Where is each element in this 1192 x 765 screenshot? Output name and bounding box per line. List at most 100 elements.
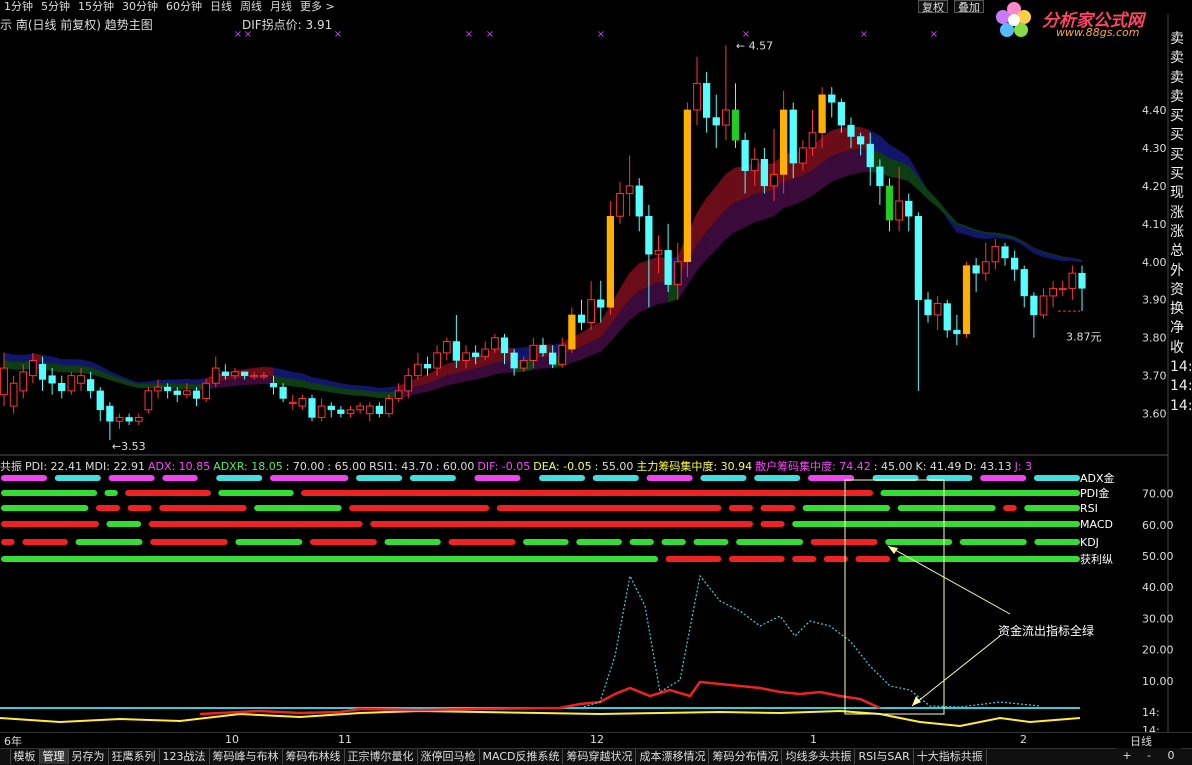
formula-tab-6[interactable]: 筹码布林线 [283, 749, 345, 764]
candle-body [134, 416, 143, 422]
signal-row-label: ADX金 [1080, 471, 1115, 485]
trend-band-lower [225, 378, 236, 388]
trend-band-lower [311, 382, 322, 391]
candle-body [77, 375, 85, 384]
period-tab-4[interactable]: 60分钟 [162, 1, 206, 12]
period-tab-5[interactable]: 日线 [206, 1, 236, 12]
formula-tab-3[interactable]: 狂鹰系列 [109, 749, 160, 764]
candle-body [703, 83, 711, 118]
formula-tab-15[interactable]: 十大指标共振 [914, 749, 987, 764]
formula-tab-10[interactable]: 筹码穿越状况 [563, 749, 637, 764]
restore-button[interactable]: 复权 [918, 0, 948, 14]
main-force-flow-line [199, 680, 881, 716]
price-axis-label: 4.40 [1142, 104, 1167, 117]
formula-tab-7[interactable]: 正宗博尔量化 [345, 749, 418, 764]
price-chart[interactable]: 4.404.304.204.104.003.903.803.703.60× × × ×… [0, 14, 1192, 456]
trend-band-lower [937, 199, 948, 217]
trend-band-lower [841, 149, 852, 178]
signal-row-label: MACD [1080, 518, 1113, 531]
arrow-head-icon [912, 696, 921, 706]
candle-body [183, 390, 191, 396]
formula-tab-9[interactable]: MACD反推系统 [480, 749, 564, 764]
formula-tab-11[interactable]: 成本漂移情况 [636, 749, 710, 764]
formula-tab-1[interactable]: 管理 [39, 749, 69, 764]
sub-axis-label: 20.00 [1142, 644, 1174, 657]
candle-body [712, 117, 720, 126]
candle-body [385, 397, 393, 415]
candle-body [933, 303, 942, 316]
candle-body [250, 375, 259, 378]
trend-band-lower [889, 157, 900, 179]
formula-tab-8[interactable]: 涨停回马枪 [418, 749, 480, 764]
candle-body [847, 124, 855, 137]
price-axis-label: 4.10 [1142, 218, 1167, 231]
candle-body [48, 375, 56, 384]
formula-tab-13[interactable]: 均线多头共振 [782, 749, 856, 764]
trend-band-lower [475, 365, 486, 380]
formula-tab-14[interactable]: RSI与SAR [855, 749, 914, 764]
period-tab-7[interactable]: 月线 [266, 1, 296, 12]
trend-band-lower [244, 376, 255, 386]
candle-body [125, 417, 133, 422]
resonance-chart[interactable]: 70.00 60.00 50.00 40.00 30.00 20.00 10.00 14: 14… [0, 456, 1192, 732]
formula-tab-0[interactable]: 模板 [11, 749, 40, 764]
trend-band-lower [744, 193, 756, 228]
signal-marker-icon: × [930, 29, 938, 40]
quote-label-2: 卖 [1170, 69, 1184, 86]
quote-label-8: 现 [1170, 185, 1184, 202]
candle-body [9, 382, 18, 407]
period-tab-6[interactable]: 周线 [236, 1, 266, 12]
zoom-control-2[interactable]: 0 [1160, 748, 1182, 763]
retail-flow-line [0, 709, 1081, 728]
quote-label-4: 买 [1170, 108, 1184, 125]
candle-body [828, 94, 836, 103]
candle-body [770, 173, 778, 187]
candle-body [1068, 272, 1077, 289]
x-label-0: 6年 [4, 735, 22, 748]
zoom-control-0[interactable]: + [1116, 748, 1138, 763]
trend-band-upper [13, 354, 24, 363]
candle-body [645, 215, 653, 255]
candle-body [1078, 272, 1086, 289]
period-tab-8[interactable]: 更多 > [296, 1, 339, 12]
candle-body [346, 409, 355, 415]
candle-body [423, 364, 432, 369]
signal-marker-icon: × [334, 29, 342, 40]
formula-tabs: 模板 管理 另存为 狂鹰系列 123战法 筹码峰与布林 筹码布林线 正宗博尔量化 涨停回马枪 MA… [0, 748, 1192, 765]
overlay-button[interactable]: 叠加 [954, 0, 984, 14]
candle-body [953, 329, 961, 335]
period-tab-0[interactable]: 1分钟 [0, 1, 37, 12]
period-tab-3[interactable]: 30分钟 [118, 1, 162, 12]
sub-axis-time-label: 14: [1142, 706, 1160, 719]
candle-body [577, 314, 586, 323]
candle-body [789, 109, 797, 164]
period-tab-2[interactable]: 15分钟 [74, 1, 118, 12]
quote-label-17: 14: [1170, 359, 1192, 376]
candle-body [558, 344, 567, 365]
candle-body [298, 397, 307, 407]
formula-tab-2[interactable]: 另存为 [69, 749, 109, 764]
formula-tab-4[interactable]: 123战法 [160, 749, 210, 764]
period-tab-1[interactable]: 5分钟 [37, 1, 74, 12]
candle-body [404, 375, 413, 392]
candle-body [231, 371, 239, 377]
formula-tab-12[interactable]: 筹码分布情况 [709, 749, 783, 764]
candle-body [87, 379, 95, 392]
signal-row-label: 获利纵 [1080, 553, 1113, 566]
candle-body [241, 371, 249, 376]
zoom-control-1[interactable]: - [1138, 748, 1160, 763]
trend-band-lower [446, 373, 457, 386]
tab-fragment[interactable] [0, 749, 11, 764]
candle-body [876, 166, 884, 187]
price-axis-label: 3.70 [1142, 370, 1167, 383]
quote-label-11: 总 [1170, 243, 1184, 260]
candle-body [491, 337, 499, 350]
candle-body [1001, 246, 1009, 259]
callout-arrow [911, 635, 1001, 707]
candle-body [173, 390, 181, 395]
formula-tab-5[interactable]: 筹码峰与布林 [210, 749, 283, 764]
trend-band-upper [176, 378, 188, 385]
trend-band-lower [494, 360, 505, 375]
callout-text: 资金流出指标全绿 [998, 624, 1095, 638]
trend-band-lower [186, 383, 197, 390]
